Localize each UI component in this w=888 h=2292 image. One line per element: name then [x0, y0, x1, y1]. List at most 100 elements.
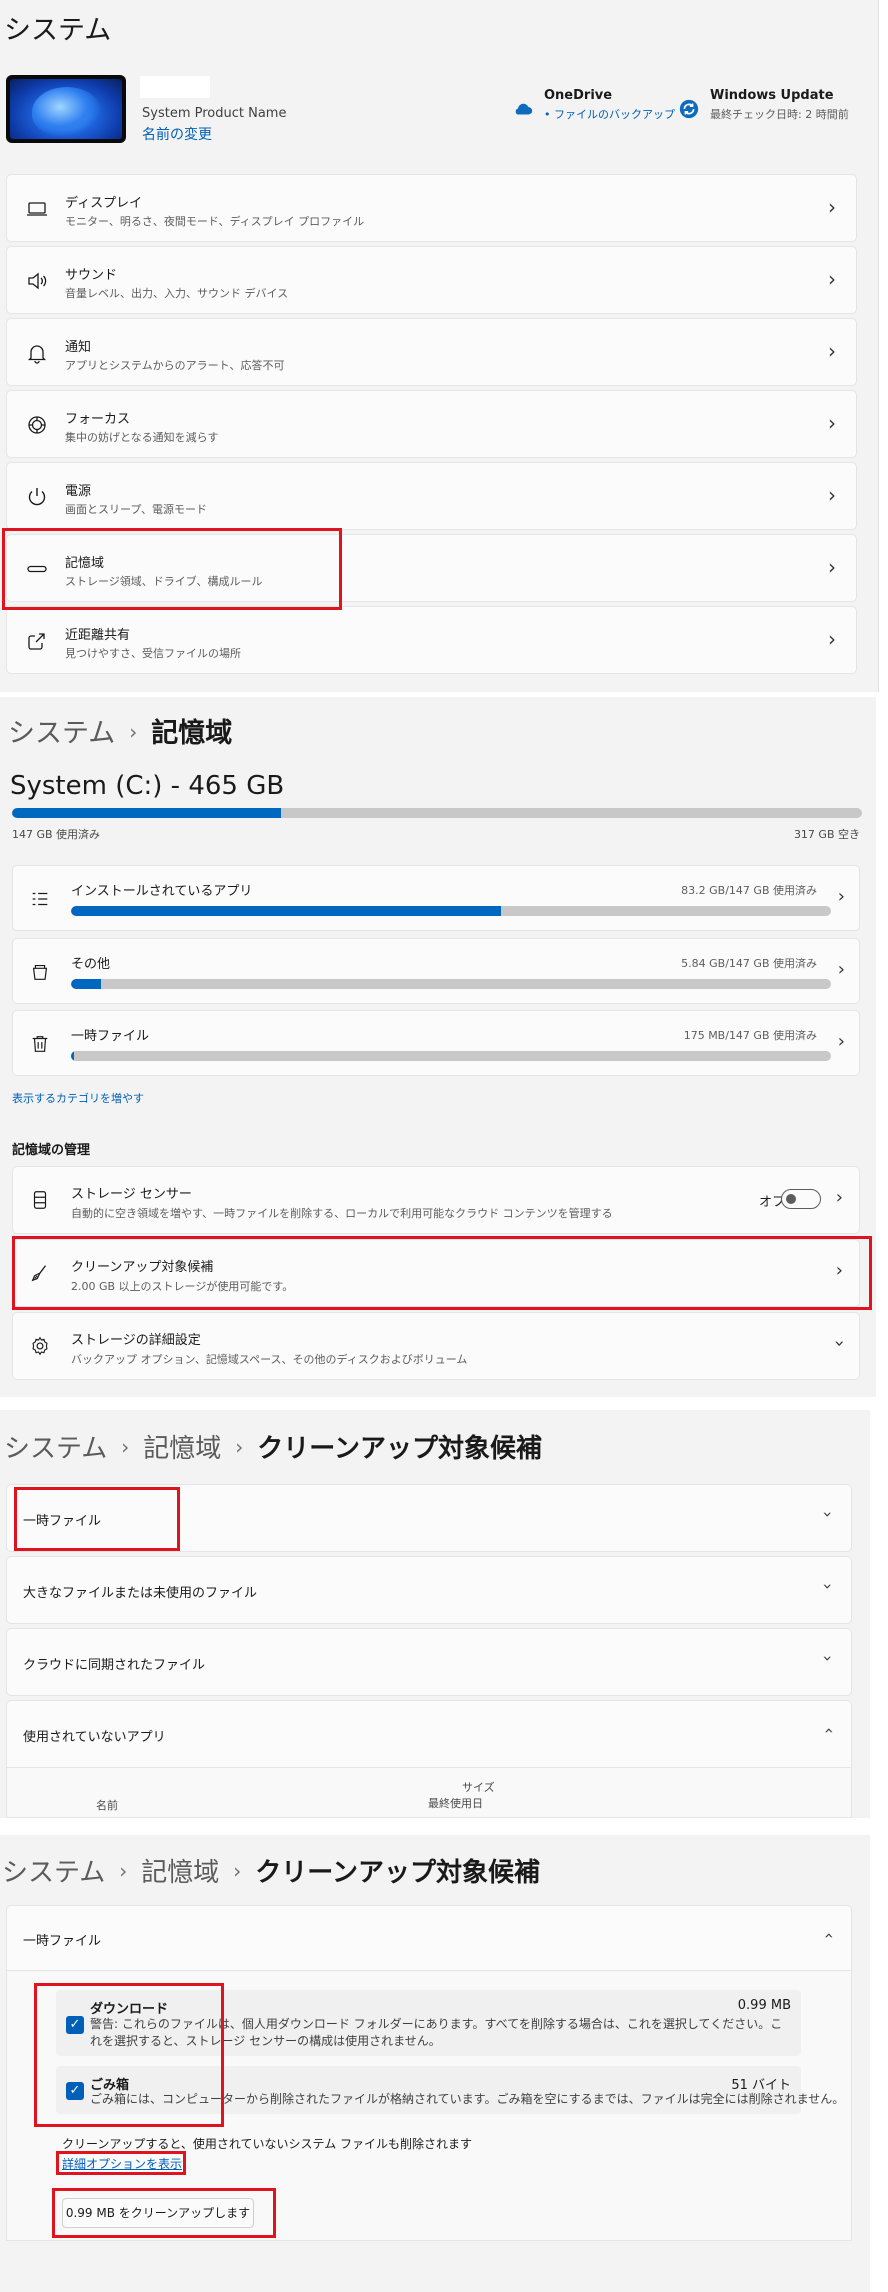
cleanup-recommendations-item[interactable]: クリーンアップ対象候補 2.00 GB 以上のストレージが使用可能です。 › [12, 1239, 860, 1307]
file-item-description: 警告: これらのファイルは、個人用ダウンロード フォルダーにあります。すべてを削… [90, 2017, 783, 2048]
section-unused-apps[interactable]: 使用されていないアプリ › [6, 1700, 852, 1768]
category-usage-bar [71, 1051, 831, 1061]
chevron-right-icon[interactable]: › [836, 1187, 843, 1208]
onedrive-subtitle: • ファイルのバックアップ [544, 108, 675, 121]
category-usage-fill [71, 1051, 75, 1061]
storage-sense-item[interactable]: ストレージ センサー 自動的に空き領域を増やす、一時ファイルを削除する、ローカル… [12, 1166, 860, 1234]
checkbox-checked[interactable]: ✓ [66, 2082, 84, 2100]
show-advanced-options-link[interactable]: 詳細オプションを表示 [62, 2155, 182, 2172]
category-usage-fill [71, 906, 502, 916]
chevron-right-icon: › [837, 886, 845, 907]
chevron-right-icon: › [121, 1435, 130, 1459]
column-header-last-used[interactable]: 最終使用日 [428, 1795, 483, 1811]
settings-item-subtitle: アプリとシステムからのアラート、応答不可 [65, 359, 285, 372]
chevron-down-icon: › [818, 1655, 838, 1662]
settings-item-nearby-sharing[interactable]: 近距離共有 見つけやすさ、受信ファイルの場所 › [6, 606, 857, 674]
settings-item-subtitle: ストレージ領域、ドライブ、構成ルール [65, 575, 263, 588]
cleanup-button[interactable]: 0.99 MB をクリーンアップします [62, 2198, 254, 2228]
settings-item-subtitle: 集中の妨げとなる通知を減らす [65, 431, 219, 444]
category-usage-fill [71, 979, 102, 989]
scrollbar-track[interactable] [878, 0, 888, 692]
checkbox-checked[interactable]: ✓ [66, 2016, 84, 2034]
settings-item-title: 記憶域 [65, 556, 105, 571]
storage-management-heading: 記憶域の管理 [12, 1143, 91, 1158]
windows-update-title: Windows Update [710, 88, 834, 103]
settings-item-title: 近距離共有 [65, 628, 131, 643]
settings-item-title: ディスプレイ [65, 196, 143, 211]
storage-category-other[interactable]: その他 5.84 GB/147 GB 使用済み › [12, 938, 860, 1004]
chevron-down-icon: › [818, 1583, 838, 1590]
settings-item-subtitle: モニター、明るさ、夜間モード、ディスプレイ プロファイル [65, 215, 365, 228]
storage-category-temp-files[interactable]: 一時ファイル 175 MB/147 GB 使用済み › [12, 1010, 860, 1076]
settings-item-focus[interactable]: フォーカス 集中の妨げとなる通知を減らす › [6, 390, 857, 458]
section-cloud-synced-files[interactable]: クラウドに同期されたファイル › [6, 1628, 852, 1696]
category-title: その他 [71, 957, 111, 972]
settings-item-power[interactable]: 電源 画面とスリープ、電源モード › [6, 462, 857, 530]
rename-link[interactable]: 名前の変更 [142, 124, 212, 144]
column-header-name[interactable]: 名前 [96, 1797, 118, 1813]
cloud-icon [515, 103, 533, 115]
trash-icon [32, 1036, 48, 1052]
breadcrumb: システム › 記憶域 › クリーンアップ対象候補 [2, 1852, 540, 1889]
breadcrumb-item-cleanup: クリーンアップ対象候補 [257, 1434, 542, 1464]
power-icon [28, 488, 46, 506]
share-icon [28, 633, 45, 650]
management-item-subtitle: バックアップ オプション、記憶域スペース、その他のディスクおよびボリューム [71, 1353, 468, 1366]
windows-update-status[interactable]: Windows Update 最終チェック日時: 2 時間前 [678, 88, 849, 122]
chevron-right-icon: › [233, 1859, 242, 1883]
management-item-title: ストレージ センサー [71, 1187, 192, 1202]
device-model: System Product Name [142, 106, 287, 121]
breadcrumb-item-storage: 記憶域 [151, 718, 233, 749]
breadcrumb: システム › 記憶域 [8, 711, 232, 750]
settings-item-subtitle: 音量レベル、出力、入力、サウンド デバイス [65, 287, 289, 300]
chevron-right-icon: › [828, 267, 836, 291]
breadcrumb: システム › 記憶域 › クリーンアップ対象候補 [4, 1428, 542, 1465]
file-item-recycle-bin[interactable]: ✓ ごみ箱 51 バイト ごみ箱には、コンピューターから削除されたファイルが格納… [56, 2066, 844, 2114]
folder-icon [32, 964, 48, 980]
broom-icon [31, 1265, 47, 1282]
display-icon [27, 202, 47, 216]
category-title: 一時ファイル [71, 1029, 150, 1044]
bell-icon [27, 345, 47, 364]
storage-category-apps[interactable]: インストールされているアプリ 83.2 GB/147 GB 使用済み › [12, 865, 860, 931]
category-usage-bar [71, 979, 831, 989]
breadcrumb-item-storage[interactable]: 記憶域 [141, 1858, 219, 1888]
settings-item-sound[interactable]: サウンド 音量レベル、出力、入力、サウンド デバイス › [6, 246, 857, 314]
chevron-down-icon: › [818, 1511, 838, 1518]
settings-item-display[interactable]: ディスプレイ モニター、明るさ、夜間モード、ディスプレイ プロファイル › [6, 174, 857, 242]
page-title: システム [4, 15, 112, 46]
category-value: 5.84 GB/147 GB 使用済み [681, 957, 817, 970]
column-header-size[interactable]: サイズ [462, 1779, 495, 1795]
storage-sense-toggle[interactable] [781, 1189, 821, 1209]
storage-sense-icon [33, 1191, 47, 1209]
management-item-subtitle: 自動的に空き領域を増やす、一時ファイルを削除する、ローカルで利用可能なクラウド … [71, 1207, 613, 1220]
onedrive-status[interactable]: OneDrive • ファイルのバックアップ [512, 88, 675, 122]
file-item-downloads[interactable]: ✓ ダウンロード 0.99 MB 警告: これらのファイルは、個人用ダウンロード… [56, 1990, 801, 2056]
device-thumbnail [6, 75, 126, 143]
settings-item-notifications[interactable]: 通知 アプリとシステムからのアラート、応答不可 › [6, 318, 857, 386]
section-title: 使用されていないアプリ [23, 1730, 166, 1745]
chevron-right-icon: › [837, 959, 845, 980]
section-title: クラウドに同期されたファイル [23, 1658, 206, 1673]
category-usage-bar [71, 906, 831, 916]
section-large-unused-files[interactable]: 大きなファイルまたは未使用のファイル › [6, 1556, 852, 1624]
breadcrumb-item-system[interactable]: システム [4, 1434, 107, 1464]
section-temp-files[interactable]: 一時ファイル › [6, 1484, 852, 1552]
section-title: 大きなファイルまたは未使用のファイル [23, 1586, 258, 1601]
file-item-size: 0.99 MB [737, 1998, 791, 2013]
apps-list-icon [32, 892, 48, 906]
breadcrumb-item-system[interactable]: システム [8, 718, 115, 749]
breadcrumb-item-system[interactable]: システム [2, 1858, 105, 1888]
management-item-title: クリーンアップ対象候補 [71, 1260, 214, 1275]
storage-icon [27, 565, 47, 573]
temp-files-section-header[interactable]: 一時ファイル › [6, 1905, 852, 1971]
category-value: 175 MB/147 GB 使用済み [683, 1029, 817, 1042]
show-more-categories-link[interactable]: 表示するカテゴリを増やす [12, 1090, 144, 1106]
advanced-storage-settings-item[interactable]: ストレージの詳細設定 バックアップ オプション、記憶域スペース、その他のディスク… [12, 1312, 860, 1380]
breadcrumb-item-storage[interactable]: 記憶域 [143, 1434, 221, 1464]
management-item-title: ストレージの詳細設定 [71, 1333, 201, 1348]
chevron-up-icon: › [818, 1932, 838, 1939]
settings-item-title: サウンド [65, 268, 118, 283]
settings-item-storage[interactable]: 記憶域 ストレージ領域、ドライブ、構成ルール › [6, 534, 857, 602]
settings-item-subtitle: 画面とスリープ、電源モード [65, 503, 208, 516]
